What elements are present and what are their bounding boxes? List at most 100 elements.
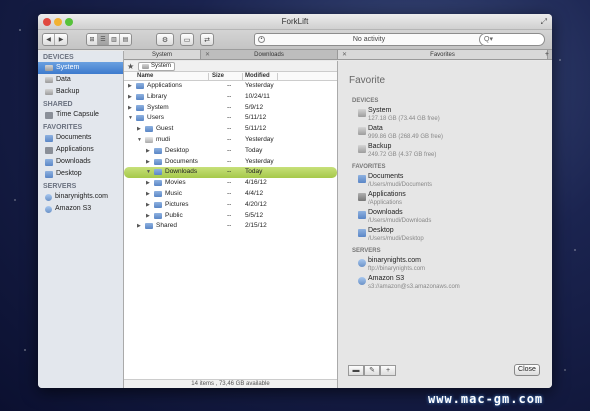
file-size: -- <box>227 168 232 176</box>
table-row[interactable]: ▶ Music -- 4/4/12 <box>124 189 337 200</box>
sidebar-item-applications[interactable]: Applications <box>38 144 123 156</box>
favorite-name: binarynights.com <box>368 257 421 264</box>
file-name: Downloads <box>165 168 198 176</box>
table-row[interactable]: ▶ Public -- 5/5/12 <box>124 211 337 222</box>
disclosure-triangle-icon[interactable]: ▶ <box>146 157 150 168</box>
disclosure-triangle-icon[interactable]: ▶ <box>137 221 141 232</box>
sidebar-item-downloads[interactable]: Downloads <box>38 156 123 168</box>
table-row[interactable]: ▶ Shared -- 2/15/12 <box>124 221 337 232</box>
file-size: -- <box>227 92 232 100</box>
icon-view-icon[interactable]: ⊞ <box>87 34 98 45</box>
edit-icon[interactable]: ✎ <box>364 365 380 376</box>
disclosure-triangle-icon[interactable]: ▼ <box>128 113 133 124</box>
sidebar-item-binarynights[interactable]: binarynights.com <box>38 191 123 203</box>
sidebar-item-data[interactable]: Data <box>38 74 123 86</box>
search-input[interactable]: Q▾ <box>479 33 545 46</box>
favorite-item[interactable]: System 127.18 GB (73.44 GB free) <box>338 106 552 124</box>
disclosure-triangle-icon[interactable]: ▶ <box>128 81 132 92</box>
table-row[interactable]: ▶ Movies -- 4/16/12 <box>124 178 337 189</box>
drive-icon <box>45 77 53 83</box>
add-tab-icon[interactable]: + <box>545 50 549 60</box>
table-row[interactable]: ▼ mudi -- Yesterday <box>124 135 337 146</box>
file-name: Guest <box>156 125 174 133</box>
close-tab-icon[interactable]: ✕ <box>342 50 347 60</box>
fullscreen-icon[interactable]: ⤢ <box>541 17 547 27</box>
favorite-item[interactable]: Desktop/Users/mudi/Desktop <box>338 226 552 244</box>
file-size: -- <box>227 135 232 143</box>
tab-system[interactable]: System <box>124 50 201 59</box>
sidebar-item-system[interactable]: System <box>38 62 123 74</box>
file-modified: Yesterday <box>245 82 274 89</box>
file-size: -- <box>227 157 232 165</box>
network-icon <box>45 111 53 119</box>
file-size: -- <box>227 146 232 154</box>
column-modified[interactable]: Modified <box>245 73 270 79</box>
table-row[interactable]: ▶ Library -- 10/24/11 <box>124 92 337 103</box>
table-row[interactable]: ▶ Guest -- 5/11/12 <box>124 124 337 135</box>
disclosure-triangle-icon[interactable]: ▶ <box>146 211 150 222</box>
file-modified: 4/16/12 <box>245 179 267 187</box>
folder-icon[interactable]: ▬ <box>348 365 364 376</box>
favorite-item[interactable]: Amazon S3 s3://amazon@s3.amazonaws.com <box>338 274 552 292</box>
column-name[interactable]: Name <box>137 73 153 79</box>
close-tab-icon[interactable]: ✕ <box>205 50 210 60</box>
favorite-item[interactable]: Downloads/Users/mudi/Downloads <box>338 208 552 226</box>
favorite-item[interactable]: Data 999.86 GB (268.49 GB free) <box>338 124 552 142</box>
close-button[interactable]: Close <box>514 364 540 376</box>
sidebar-item-desktop[interactable]: Desktop <box>38 168 123 180</box>
table-row[interactable]: ▼ Users -- 5/11/12 <box>124 113 337 124</box>
table-row[interactable]: ▼ Downloads -- Today <box>124 167 337 179</box>
forward-button-icon[interactable]: ▶ <box>55 34 67 45</box>
quicklook-icon[interactable]: ▭ <box>180 33 194 46</box>
sidebar-item-amazon-s3[interactable]: Amazon S3 <box>38 203 123 215</box>
disclosure-triangle-icon[interactable]: ▼ <box>146 167 151 178</box>
disclosure-triangle-icon[interactable]: ▶ <box>128 103 132 114</box>
disclosure-triangle-icon[interactable]: ▶ <box>146 189 150 200</box>
favorite-detail: 249.72 GB (4.37 GB free) <box>368 152 437 158</box>
favorite-item[interactable]: binarynights.com ftp://binarynights.com <box>338 256 552 274</box>
file-name: Pictures <box>165 200 189 208</box>
tab-downloads[interactable]: ✕ Downloads <box>201 50 338 59</box>
table-row[interactable]: ▶ Documents -- Yesterday <box>124 157 337 168</box>
list-view-icon[interactable]: ☰ <box>98 34 109 45</box>
sidebar-item-backup[interactable]: Backup <box>38 86 123 98</box>
star-icon[interactable]: ★ <box>127 62 134 71</box>
drive-icon <box>358 109 366 117</box>
column-size[interactable]: Size <box>212 73 224 79</box>
favorite-name: Amazon S3 <box>368 275 405 282</box>
table-row[interactable]: ▶ Applications -- Yesterday <box>124 81 337 92</box>
disclosure-triangle-icon[interactable]: ▶ <box>146 200 150 211</box>
disclosure-triangle-icon[interactable]: ▶ <box>146 146 150 157</box>
disclosure-triangle-icon[interactable]: ▼ <box>137 135 142 146</box>
disclosure-triangle-icon[interactable]: ▶ <box>137 124 141 135</box>
favorite-item[interactable]: Documents/Users/mudi/Documents <box>338 172 552 190</box>
file-modified: 5/9/12 <box>245 103 264 111</box>
file-size: -- <box>227 125 232 133</box>
column-view-icon[interactable]: ▥ <box>109 34 120 45</box>
sidebar-item-documents[interactable]: Documents <box>38 132 123 144</box>
favorite-name: Documents <box>368 173 404 180</box>
breadcrumb[interactable]: System <box>138 62 176 71</box>
add-icon[interactable]: + <box>380 365 396 376</box>
disclosure-triangle-icon[interactable]: ▶ <box>146 178 150 189</box>
table-row[interactable]: ▶ Desktop -- Today <box>124 146 337 157</box>
favorite-item[interactable]: Applications/Applications <box>338 190 552 208</box>
sync-icon[interactable]: ⇄ <box>200 33 214 46</box>
back-button-icon[interactable]: ◀ <box>43 34 55 45</box>
table-row[interactable]: ▶ Pictures -- 4/20/12 <box>124 200 337 211</box>
coverflow-view-icon[interactable]: ▤ <box>120 34 131 45</box>
disclosure-triangle-icon[interactable]: ▶ <box>128 92 132 103</box>
tab-bar: System ✕ Downloads ✕ Favorites + <box>124 50 552 60</box>
tab-favorites[interactable]: ✕ Favorites <box>338 50 548 59</box>
folder-icon <box>358 175 366 183</box>
favorite-detail: 127.18 GB (73.44 GB free) <box>368 116 440 122</box>
globe-icon <box>358 277 366 285</box>
file-modified: 4/20/12 <box>245 200 267 208</box>
apps-icon <box>45 146 53 154</box>
file-browser-pane: ★ System Name Size Modified ▶ Application… <box>124 61 338 388</box>
sidebar-item-time-capsule[interactable]: Time Capsule <box>38 109 123 121</box>
action-menu-icon[interactable]: ⚙ <box>156 33 174 46</box>
file-modified: Today <box>245 168 263 176</box>
favorite-item[interactable]: Backup 249.72 GB (4.37 GB free) <box>338 142 552 160</box>
table-row[interactable]: ▶ System -- 5/9/12 <box>124 103 337 114</box>
